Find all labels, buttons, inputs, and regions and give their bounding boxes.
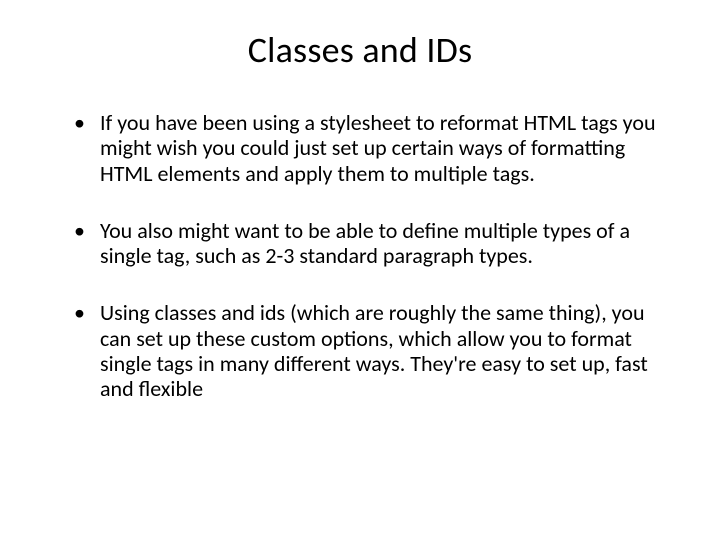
list-item: If you have been using a stylesheet to r… xyxy=(74,110,660,186)
bullet-list: If you have been using a stylesheet to r… xyxy=(60,110,660,402)
slide-title: Classes and IDs xyxy=(60,28,660,72)
list-item: Using classes and ids (which are roughly… xyxy=(74,300,660,401)
list-item: You also might want to be able to define… xyxy=(74,218,660,269)
